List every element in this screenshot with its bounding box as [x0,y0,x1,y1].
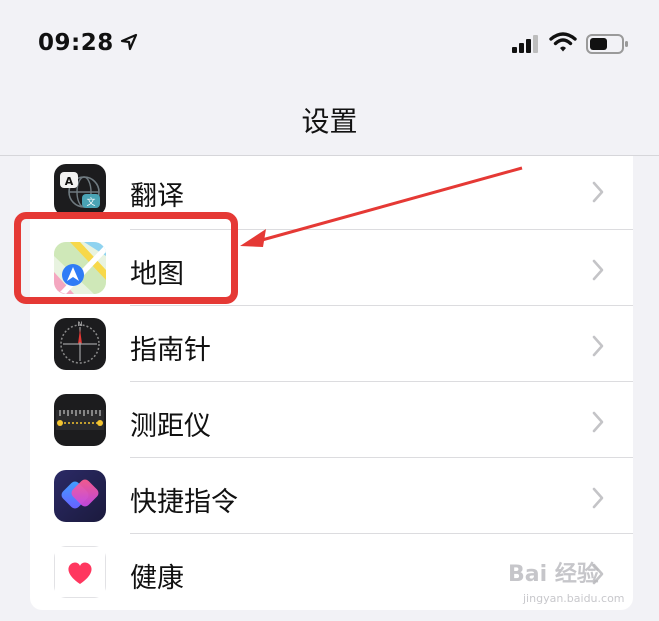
row-label: 指南针 [130,335,211,366]
shortcuts-icon [54,470,106,522]
chevron-right-icon [592,487,604,509]
health-icon [54,546,106,598]
cellular-signal-icon [512,35,538,53]
compass-icon: N [54,318,106,370]
battery-icon [586,34,628,54]
row-label: 健康 [130,563,184,594]
svg-text:A: A [65,175,74,188]
settings-row-measure[interactable]: 测距仪 [30,382,633,458]
svg-text:文: 文 [86,196,95,208]
translate-icon: A 文 [54,164,106,216]
settings-row-compass[interactable]: N 指南针 [30,306,633,382]
measure-icon [54,394,106,446]
highlight-box [14,212,238,304]
watermark: Bai 经验 [508,562,599,587]
chevron-right-icon [592,411,604,433]
settings-row-shortcuts[interactable]: 快捷指令 [30,458,633,534]
row-label: 测距仪 [130,411,211,442]
row-label: 翻译 [130,181,184,212]
status-bar: 09:28 [0,0,659,90]
watermark-url: jingyan.baidu.com [523,592,625,605]
wifi-icon [549,32,577,52]
location-arrow-icon [120,33,138,51]
svg-text:N: N [78,321,83,328]
chevron-right-icon [592,335,604,357]
page-title: 设置 [301,105,358,138]
row-label: 快捷指令 [130,487,238,518]
status-time: 09:28 [38,30,114,56]
chevron-right-icon [592,259,604,281]
chevron-right-icon [592,181,604,203]
